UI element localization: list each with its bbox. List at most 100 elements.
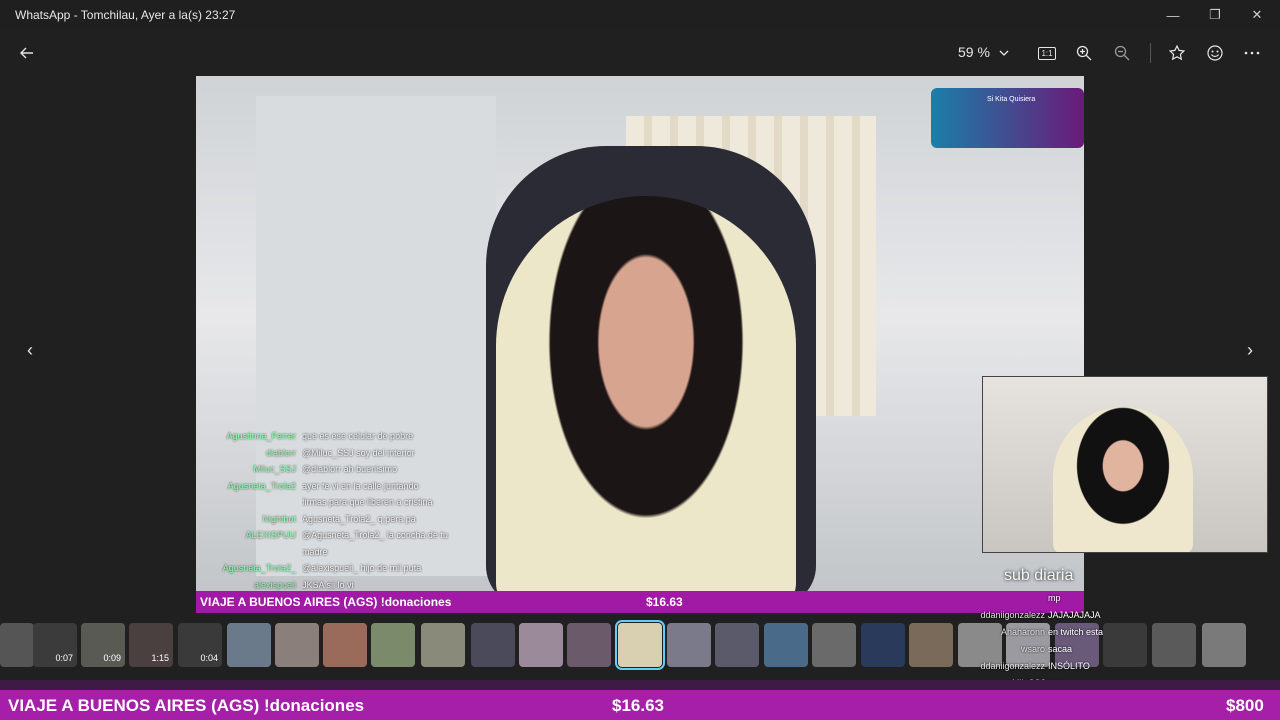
chat-username: Miluc_SSJ [253, 464, 296, 474]
chat-text: madre [302, 546, 328, 557]
overlay-chat-username: ddaniigonzalezz [980, 661, 1045, 671]
banner-title: VIAJE A BUENOS AIRES (AGS) !donaciones [200, 595, 452, 609]
chat-username: Agusneta_Trola2_ [222, 563, 296, 573]
filmstrip-thumbnail[interactable]: 0:07 [33, 623, 77, 667]
filmstrip-thumbnail[interactable] [1202, 623, 1246, 667]
filmstrip-thumbnail[interactable] [421, 623, 465, 667]
chat-text: @alexispueii_ hijo de mil puta [302, 563, 422, 573]
bottom-banner-amount: $16.63 [612, 696, 664, 715]
taskbar [0, 680, 1280, 690]
zoom-out-icon [1114, 45, 1130, 61]
actual-size-icon: 1:1 [1038, 46, 1056, 60]
filmstrip-thumbnail[interactable] [715, 623, 759, 667]
overlay-chat-message: Ahaharonn en twitch esta [940, 624, 1130, 641]
webcam-streamer [1053, 407, 1193, 552]
filmstrip-thumbnail[interactable] [371, 623, 415, 667]
filmstrip-thumbnail[interactable] [1152, 623, 1196, 667]
stream-caption: sub diaria [1004, 567, 1074, 584]
chat-username: ALEXISPUU [245, 530, 296, 540]
chat-text: @Agusneta_Trola2_ la concha de tu [302, 530, 448, 540]
thumbnail-duration: 0:07 [55, 653, 73, 663]
overlay-chat-message: ddaniigonzalezz INSÓLITO [940, 658, 1130, 675]
zoom-dropdown-button[interactable] [990, 39, 1018, 67]
filmstrip-thumbnail[interactable] [812, 623, 856, 667]
chat-username: Agusneta_Trola2 [227, 480, 296, 491]
filmstrip-thumbnail[interactable] [861, 623, 905, 667]
chat-message: Agusneta_Trola2_ @alexispueii_ hijo de mi… [202, 560, 487, 577]
filmstrip-thumbnail[interactable]: 1:15 [129, 623, 173, 667]
filmstrip-thumbnail[interactable] [471, 623, 515, 667]
stream-overlay-now-playing: Si Kita Quisiera [931, 88, 1084, 148]
chat-message: madre [202, 544, 487, 561]
zoom-level[interactable]: 59 % [958, 44, 990, 60]
zoom-in-icon [1076, 45, 1092, 61]
overlay-chat: mp ddaniigonzalezz JAJAJAJAJA Ahaharonn en t… [940, 590, 1130, 692]
previous-image-button[interactable]: ‹ [18, 338, 42, 362]
maximize-button[interactable]: ❐ [1194, 0, 1236, 30]
overlay-chat-username: wsaro [1020, 644, 1045, 654]
filmstrip-thumbnail[interactable]: 0:09 [81, 623, 125, 667]
minimize-button[interactable]: — [1152, 0, 1194, 30]
filmstrip-thumbnail[interactable] [519, 623, 563, 667]
toolbar: 59 % 1:1 [0, 30, 1280, 76]
chevron-right-icon: › [1247, 339, 1253, 360]
more-options-button[interactable] [1238, 39, 1266, 67]
filmstrip-thumbnail[interactable] [323, 623, 367, 667]
favorite-button[interactable] [1163, 39, 1191, 67]
chat-text: que es ese celular de pobre [302, 431, 414, 441]
image-streamer [496, 196, 796, 613]
smiley-icon [1207, 45, 1223, 61]
overlay-chat-text: en twitch esta [1048, 627, 1104, 637]
emoji-button[interactable] [1201, 39, 1229, 67]
overlay-chat-username: Ahaharonn [1000, 627, 1045, 637]
stream-chat: Agustinna_Ferrer que es ese celular de po… [202, 428, 487, 593]
chat-message: Agusneta_Trola2 ayer te vi en la calle ju… [202, 478, 487, 495]
thumbnail-duration: 0:04 [200, 653, 218, 663]
chat-message: Miluc_SSJ @diablorr ah buenisimo [202, 461, 487, 478]
arrow-left-icon [20, 47, 33, 59]
overlay-chat-text: JAJAJAJAJA [1048, 610, 1101, 620]
chat-message: firmas para que liberen a cristina [202, 494, 487, 511]
chat-username: Nightbot [262, 513, 296, 524]
overlay-chat-message: ddaniigonzalezz JAJAJAJAJA [940, 607, 1130, 624]
chat-username: diablorr [265, 447, 296, 458]
close-button[interactable]: ✕ [1236, 0, 1278, 30]
chat-message: Agustinna_Ferrer que es ese celular de po… [202, 428, 487, 445]
filmstrip-thumbnail[interactable] [764, 623, 808, 667]
banner-amount: $16.63 [646, 595, 683, 609]
filmstrip-thumbnail[interactable] [275, 623, 319, 667]
zoom-out-button[interactable] [1108, 39, 1136, 67]
actual-size-button[interactable]: 1:1 [1033, 39, 1061, 67]
more-icon [1244, 51, 1260, 55]
filmstrip-thumbnail[interactable] [567, 623, 611, 667]
bottom-banner-title: VIAJE A BUENOS AIRES (AGS) !donaciones [8, 696, 365, 715]
overlay-chat-message: mp [940, 590, 1130, 607]
overlay-song-title: Si Kita Quisiera [987, 96, 1036, 103]
overlay-chat-message: wsaro sacaa [940, 641, 1130, 658]
chat-text: firmas para que liberen a cristina [302, 497, 433, 507]
bottom-donation-banner: VIAJE A BUENOS AIRES (AGS) !donaciones $… [0, 690, 1280, 720]
star-icon [1169, 45, 1185, 61]
chevron-left-icon: ‹ [27, 339, 33, 360]
filmstrip-thumbnail[interactable] [667, 623, 711, 667]
back-button[interactable] [13, 39, 41, 67]
filmstrip-thumbnail[interactable] [615, 620, 665, 670]
chat-text: Agusneta_Trola2_ q pera pa [302, 513, 416, 524]
chat-message: diablorr @Miluc_SSJ soy del interior [202, 445, 487, 462]
filmstrip-thumbnail[interactable] [0, 623, 34, 667]
chat-text: ayer te vi en la calle juntando [302, 480, 419, 491]
filmstrip-thumbnail[interactable] [227, 623, 271, 667]
next-image-button[interactable]: › [1238, 338, 1262, 362]
chat-username: Agustinna_Ferrer [226, 431, 296, 441]
thumbnail-duration: 1:15 [151, 653, 169, 663]
bottom-banner-goal: $800 [1226, 696, 1264, 715]
chat-username [202, 494, 302, 511]
overlay-chat-username [940, 590, 1048, 607]
filmstrip-thumbnail[interactable]: 0:04 [178, 623, 222, 667]
toolbar-separator [1150, 43, 1151, 63]
zoom-in-button[interactable] [1070, 39, 1098, 67]
chat-message: ALEXISPUU @Agusneta_Trola2_ la concha de … [202, 527, 487, 544]
overlay-chat-text: sacaa [1048, 644, 1073, 654]
image-view[interactable]: Si Kita Quisiera Agustinna_Ferrer que es … [196, 76, 1084, 613]
webcam-inset [982, 376, 1268, 553]
